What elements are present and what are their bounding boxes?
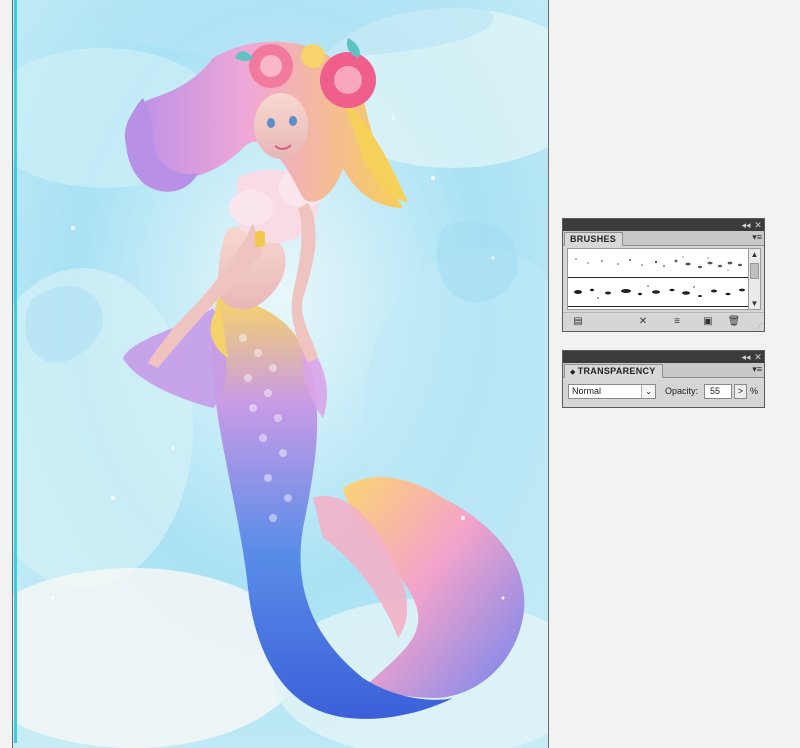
blend-mode-select[interactable]: Normal ⌄ bbox=[568, 384, 656, 399]
scroll-thumb[interactable] bbox=[750, 263, 759, 279]
brush-stroke-preview bbox=[574, 285, 745, 299]
artboard-selection-edge bbox=[14, 0, 17, 743]
tab-transparency-label: TRANSPARENCY bbox=[577, 366, 656, 376]
brush-library-icon[interactable]: ▤ bbox=[571, 316, 585, 328]
collapse-panel-icon[interactable]: ◂◂ bbox=[740, 351, 752, 363]
brushes-panel[interactable]: ◂◂ ✕ BRUSHES ▾≡ ▲ ▼ ▤ ✕ ≡ ▣ 🗑 ⋰ bbox=[562, 218, 765, 332]
resize-grip-icon[interactable]: ⋰ bbox=[756, 323, 763, 330]
artboard-canvas[interactable] bbox=[12, 0, 549, 748]
panel-menu-icon[interactable]: ▾≡ bbox=[752, 232, 762, 243]
brush-list-scrollbar[interactable]: ▲ ▼ bbox=[748, 248, 761, 310]
transparency-controls: Normal ⌄ Opacity: 55 > % bbox=[563, 378, 764, 407]
brush-item-spatter-light[interactable] bbox=[568, 249, 751, 278]
remove-brush-stroke-icon[interactable]: ✕ bbox=[636, 316, 650, 328]
tab-transparency[interactable]: ◆ TRANSPARENCY bbox=[564, 364, 663, 378]
opacity-label: Opacity: bbox=[665, 386, 699, 396]
delete-brush-icon[interactable]: 🗑 bbox=[727, 316, 741, 328]
scroll-up-icon[interactable]: ▲ bbox=[749, 249, 760, 260]
brush-item-spatter-heavy[interactable] bbox=[568, 278, 751, 307]
brush-list bbox=[567, 248, 752, 310]
transparency-panel[interactable]: ◂◂ ✕ ◆ TRANSPARENCY ▾≡ Normal ⌄ Opacity: … bbox=[562, 350, 765, 408]
mermaid-illustration bbox=[13, 0, 548, 748]
close-panel-icon[interactable]: ✕ bbox=[752, 219, 764, 231]
panel-menu-icon[interactable]: ▾≡ bbox=[752, 364, 762, 375]
opacity-input[interactable]: 55 bbox=[704, 384, 732, 399]
brushes-toolbar: ▤ ✕ ≡ ▣ 🗑 bbox=[563, 312, 764, 331]
brush-options-icon[interactable]: ≡ bbox=[670, 316, 684, 328]
scroll-down-icon[interactable]: ▼ bbox=[749, 298, 760, 309]
tab-brushes[interactable]: BRUSHES bbox=[564, 232, 624, 246]
transparency-panel-titlebar[interactable]: ◂◂ ✕ bbox=[563, 351, 764, 363]
chevron-down-icon[interactable]: ⌄ bbox=[641, 385, 655, 398]
brushes-panel-titlebar[interactable]: ◂◂ ✕ bbox=[563, 219, 764, 231]
brushes-tab-row: BRUSHES ▾≡ bbox=[563, 231, 764, 246]
tab-brushes-label: BRUSHES bbox=[570, 234, 617, 244]
opacity-slider-toggle[interactable]: > bbox=[734, 384, 747, 399]
blend-mode-value: Normal bbox=[572, 386, 602, 396]
collapse-panel-icon[interactable]: ◂◂ bbox=[740, 219, 752, 231]
brush-stroke-preview bbox=[575, 256, 742, 271]
tab-options-toggle-icon[interactable]: ◆ bbox=[570, 369, 576, 376]
close-panel-icon[interactable]: ✕ bbox=[752, 351, 764, 363]
transparency-tab-row: ◆ TRANSPARENCY ▾≡ bbox=[563, 363, 764, 378]
opacity-unit: % bbox=[750, 386, 759, 396]
new-brush-icon[interactable]: ▣ bbox=[701, 316, 715, 328]
